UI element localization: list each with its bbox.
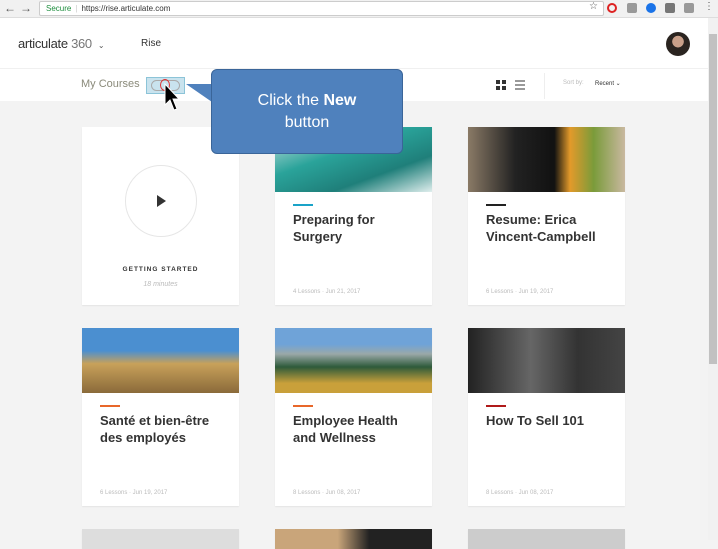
sort-dropdown[interactable]: Recent ⌄ bbox=[595, 80, 621, 87]
course-title: Preparing for Surgery bbox=[293, 212, 375, 244]
course-card[interactable]: Santé et bien-être des employés 6 Lessons… bbox=[82, 328, 239, 506]
accent-bar bbox=[293, 204, 313, 206]
course-title: Santé et bien-être des employés bbox=[100, 413, 210, 445]
getting-started-duration: 18 minutes bbox=[143, 281, 178, 288]
url-text: https://rise.articulate.com bbox=[81, 4, 171, 13]
forward-icon[interactable]: → bbox=[20, 1, 32, 15]
secure-label: Secure bbox=[46, 4, 72, 13]
scrollbar-thumb[interactable] bbox=[709, 34, 717, 364]
menu-icon[interactable]: ⋮ bbox=[704, 1, 714, 12]
rise-app-link[interactable]: Rise bbox=[141, 38, 161, 49]
browser-toolbar: ← → Secure | https://rise.articulate.com ☆… bbox=[0, 0, 718, 18]
course-thumbnail bbox=[275, 328, 432, 393]
extension-icon[interactable] bbox=[665, 3, 675, 13]
accent-bar bbox=[293, 405, 313, 407]
course-card[interactable]: Employee Health and Wellness 8 Lessons · … bbox=[275, 328, 432, 506]
course-title: How To Sell 101 bbox=[486, 413, 585, 428]
course-meta: 6 Lessons · Jun 19, 2017 bbox=[100, 490, 168, 496]
avatar[interactable] bbox=[666, 32, 690, 56]
extension-icon[interactable] bbox=[627, 3, 637, 13]
sort-label: Sort by: bbox=[563, 80, 584, 86]
course-card[interactable]: Resume: Erica Vincent-Campbell 6 Lessons … bbox=[468, 127, 625, 305]
chevron-down-icon: ⌄ bbox=[97, 41, 105, 50]
course-title: Resume: Erica Vincent-Campbell bbox=[486, 212, 596, 244]
accent-bar bbox=[100, 405, 120, 407]
course-thumbnail bbox=[468, 328, 625, 393]
course-meta: 4 Lessons · Jun 21, 2017 bbox=[293, 289, 361, 295]
mouse-cursor-icon bbox=[164, 83, 180, 111]
course-meta: 6 Lessons · Jun 19, 2017 bbox=[486, 289, 554, 295]
list-view-icon[interactable] bbox=[515, 80, 525, 90]
app-header: articulate 360 ⌄ Rise bbox=[0, 18, 708, 69]
course-meta: 8 Lessons · Jun 08, 2017 bbox=[293, 490, 361, 496]
extension-icon[interactable] bbox=[684, 3, 694, 13]
course-thumbnail bbox=[468, 127, 625, 192]
accent-bar bbox=[486, 405, 506, 407]
course-title: Employee Health and Wellness bbox=[293, 413, 398, 445]
opera-extension-icon[interactable] bbox=[607, 3, 617, 13]
course-card[interactable]: How To Sell 101 8 Lessons · Jun 08, 2017 bbox=[468, 328, 625, 506]
play-icon[interactable] bbox=[125, 165, 197, 237]
callout-pointer bbox=[186, 84, 212, 102]
grid-view-icon[interactable] bbox=[496, 80, 506, 90]
accent-bar bbox=[486, 204, 506, 206]
articulate-logo[interactable]: articulate 360 ⌄ bbox=[18, 36, 105, 51]
getting-started-title: GETTING STARTED bbox=[122, 266, 199, 273]
course-thumbnail bbox=[82, 328, 239, 393]
instruction-callout: Click the New button bbox=[211, 69, 403, 154]
bookmark-star-icon[interactable]: ☆ bbox=[589, 1, 598, 12]
extension-icon[interactable] bbox=[646, 3, 656, 13]
scrollbar[interactable] bbox=[708, 18, 718, 540]
address-bar[interactable]: Secure | https://rise.articulate.com bbox=[39, 1, 604, 16]
page-title: My Courses bbox=[81, 78, 140, 90]
back-icon[interactable]: ← bbox=[4, 1, 16, 15]
course-meta: 8 Lessons · Jun 08, 2017 bbox=[486, 490, 554, 496]
